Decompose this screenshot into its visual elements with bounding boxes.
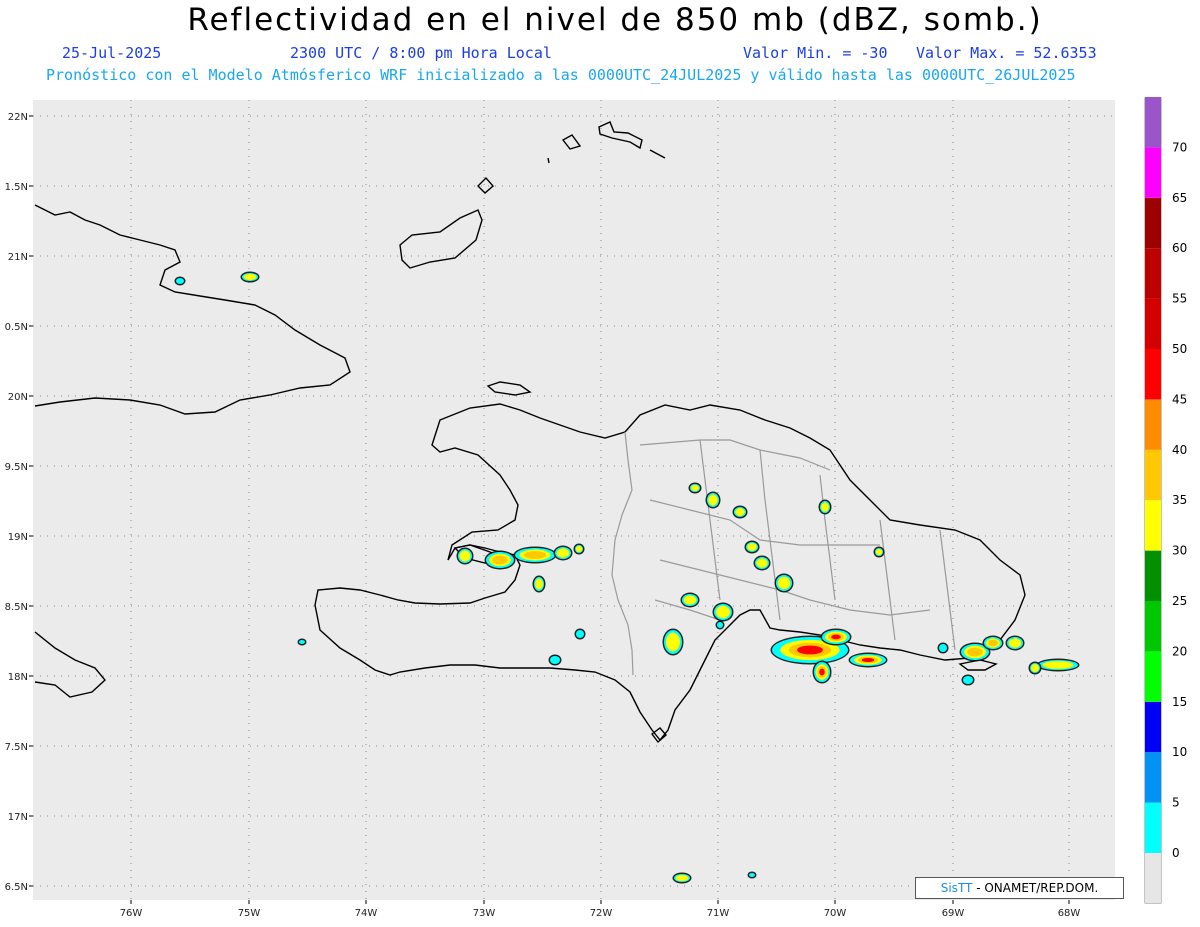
lat-label: 18N	[8, 672, 28, 683]
colorbar-segment	[1145, 802, 1161, 853]
echo-cell	[680, 592, 700, 608]
echo-cell	[573, 543, 585, 555]
lat-label: 7.5N	[5, 742, 28, 753]
echo-cell	[937, 642, 949, 654]
echo-cell	[688, 482, 702, 494]
colorbar-label: 70	[1172, 140, 1187, 154]
echo-cell	[820, 628, 852, 646]
colorbar-label: 10	[1172, 745, 1187, 759]
reflectivity-map: 22N 1.5N 21N 0.5N 20N 9.5N 19N 8.5N 18N 7.5N 17N 6.…	[5, 97, 1187, 919]
colorbar-label: 0	[1172, 846, 1180, 860]
colorbar-segment	[1145, 248, 1161, 299]
lon-label: 73W	[473, 908, 496, 919]
lon-label: 71W	[707, 908, 730, 919]
echo-cell	[553, 545, 573, 561]
echo-cell	[732, 505, 748, 519]
lat-label: 20N	[8, 392, 28, 403]
echo-cell	[672, 872, 692, 884]
lon-label: 68W	[1058, 908, 1081, 919]
lon-label: 74W	[355, 908, 378, 919]
echo-cell	[818, 499, 832, 515]
echo-cell	[848, 652, 888, 668]
echo-cell	[1036, 658, 1080, 672]
colorbar-segment	[1145, 147, 1161, 198]
colorbar-segment	[1145, 197, 1161, 249]
lon-label: 75W	[238, 908, 261, 919]
lat-label: 1.5N	[5, 182, 28, 193]
echo-cell	[961, 674, 975, 686]
credit-text: - ONAMET/REP.DOM.	[976, 881, 1099, 895]
echo-cell	[712, 602, 734, 622]
echo-cell	[873, 546, 885, 558]
colorbar-label: 15	[1172, 695, 1187, 709]
colorbar-label: 55	[1172, 292, 1187, 306]
colorbar: 0 5 10 15 20 25 30 35 40 45 50 55 60 65 70	[1144, 97, 1187, 904]
lon-label: 70W	[824, 908, 847, 919]
colorbar-label: 30	[1172, 544, 1187, 558]
echo-cell	[240, 271, 260, 283]
echo-cell	[744, 540, 760, 554]
colorbar-label: 60	[1172, 241, 1187, 255]
colorbar-label: 50	[1172, 342, 1187, 356]
colorbar-segment	[1145, 449, 1161, 501]
echo-cell	[753, 555, 771, 571]
echo-cell	[1005, 635, 1025, 651]
colorbar-label: 40	[1172, 443, 1187, 457]
colorbar-segment	[1145, 651, 1161, 702]
lat-label: 21N	[8, 252, 28, 263]
longitude-labels: 76W 75W 74W 73W 72W 71W 70W 69W 68W	[120, 900, 1081, 919]
colorbar-label: 5	[1172, 796, 1180, 810]
latitude-labels: 22N 1.5N 21N 0.5N 20N 9.5N 19N 8.5N 18N 7.5N 17N 6.…	[5, 112, 33, 893]
lat-label: 17N	[8, 812, 28, 823]
echo-cell	[484, 550, 516, 570]
echo-cell	[574, 628, 586, 640]
echo-cell	[1028, 661, 1042, 675]
colorbar-label: 45	[1172, 392, 1187, 406]
lon-label: 76W	[120, 908, 143, 919]
colorbar-segment	[1145, 752, 1161, 803]
echo-cell	[297, 638, 307, 646]
lat-label: 19N	[8, 532, 28, 543]
echo-cell	[456, 547, 474, 565]
colorbar-below	[1145, 853, 1161, 903]
colorbar-segment	[1145, 500, 1161, 551]
sispi-logo: SisTT	[940, 881, 973, 895]
colorbar-segment	[1145, 601, 1161, 652]
echo-cell	[513, 546, 557, 564]
colorbar-segment	[1145, 701, 1161, 753]
colorbar-label: 25	[1172, 594, 1187, 608]
lon-label: 69W	[942, 908, 965, 919]
echo-cell	[812, 660, 832, 684]
lat-label: 9.5N	[5, 462, 28, 473]
colorbar-segment	[1145, 349, 1161, 400]
echo-cell	[747, 871, 757, 879]
echo-cell	[715, 620, 725, 630]
colorbar-segment	[1145, 298, 1161, 349]
echo-cell	[548, 654, 562, 666]
lat-label: 8.5N	[5, 602, 28, 613]
lat-label: 22N	[8, 112, 28, 123]
colorbar-label: 20	[1172, 644, 1187, 658]
echo-cell	[774, 573, 794, 593]
lat-label: 6.5N	[5, 882, 28, 893]
echo-cell	[532, 575, 546, 593]
lat-label: 0.5N	[5, 322, 28, 333]
colorbar-segment	[1145, 550, 1161, 601]
colorbar-label: 35	[1172, 493, 1187, 507]
echo-cell	[705, 491, 721, 509]
colorbar-segment	[1145, 399, 1161, 450]
colorbar-segment	[1145, 97, 1161, 148]
echo-cell	[174, 276, 186, 286]
caicos-island-4	[547, 157, 550, 164]
colorbar-label: 65	[1172, 191, 1187, 205]
echo-cell	[662, 628, 684, 656]
lon-label: 72W	[590, 908, 613, 919]
echo-cell	[982, 635, 1004, 651]
credit-box: SisTT - ONAMET/REP.DOM.	[915, 877, 1124, 899]
